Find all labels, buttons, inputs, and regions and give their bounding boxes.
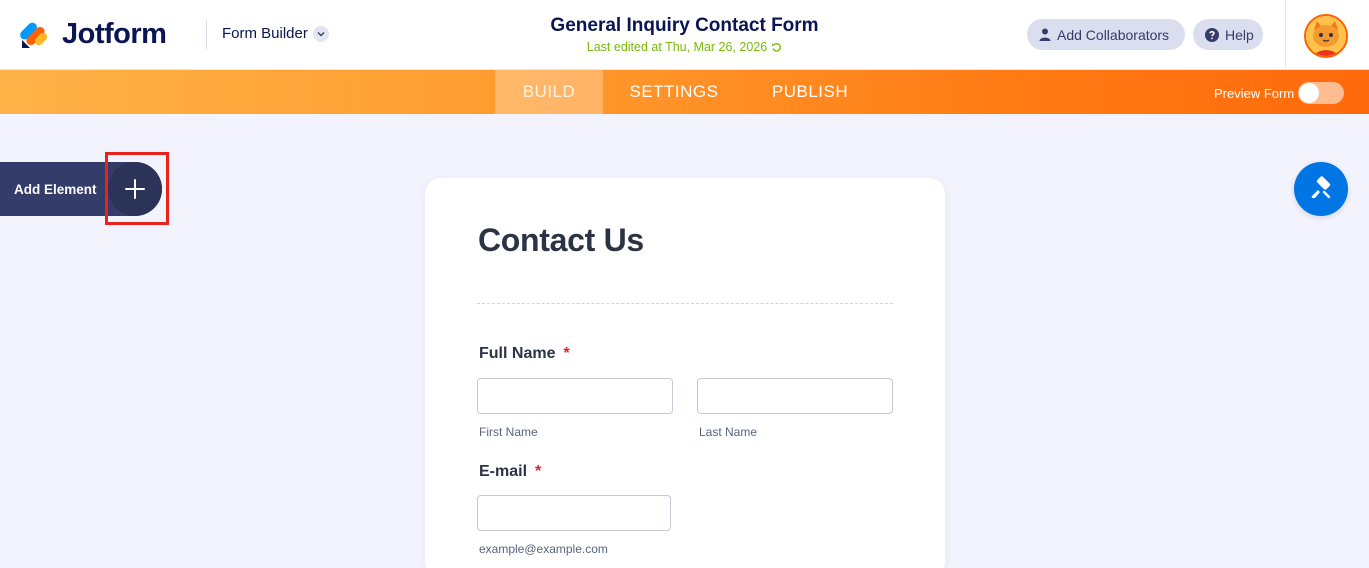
last-edited-text: Last edited at Thu, Mar 26, 2026	[586, 40, 768, 54]
last-edited-status[interactable]: Last edited at Thu, Mar 26, 2026	[587, 40, 782, 54]
add-collaborators-label: Add Collaborators	[1057, 26, 1170, 43]
avatar[interactable]	[1304, 14, 1348, 58]
tab-settings[interactable]: SETTINGS	[603, 70, 745, 114]
add-element-label: Add Element	[14, 181, 97, 197]
required-marker: *	[563, 345, 570, 362]
first-name-input[interactable]	[477, 378, 673, 414]
email-input[interactable]	[477, 495, 671, 531]
email-label-text: E-mail	[479, 463, 528, 480]
heading-divider	[477, 303, 893, 304]
email-sublabel: example@example.com	[479, 542, 608, 556]
add-element-plus[interactable]	[108, 162, 162, 216]
form-heading[interactable]: Contact Us	[478, 222, 644, 259]
required-marker: *	[535, 463, 542, 480]
refresh-icon	[772, 42, 782, 52]
form-card: Contact Us Full Name * First Name Last Na…	[425, 178, 945, 568]
tab-build[interactable]: BUILD	[495, 70, 603, 114]
add-collaborators-button[interactable]: Add Collaborators	[1027, 19, 1185, 50]
user-avatar-icon	[1306, 16, 1346, 56]
help-button[interactable]: Help	[1193, 19, 1263, 50]
user-icon	[1039, 28, 1051, 41]
header-divider-right	[1285, 0, 1286, 70]
first-name-sublabel: First Name	[479, 425, 538, 439]
builder-nav-bar: BUILD SETTINGS PUBLISH Preview Form	[0, 70, 1369, 114]
top-header: Jotform Form Builder General Inquiry Con…	[0, 0, 1369, 70]
plus-icon	[125, 179, 145, 199]
tab-publish[interactable]: PUBLISH	[745, 70, 875, 114]
email-label[interactable]: E-mail *	[479, 463, 541, 481]
last-name-input[interactable]	[697, 378, 893, 414]
form-designer-button[interactable]	[1294, 162, 1348, 216]
paint-roller-icon	[1311, 176, 1331, 199]
help-label: Help	[1225, 26, 1254, 43]
preview-form-toggle[interactable]	[1298, 82, 1345, 104]
full-name-label-text: Full Name	[479, 345, 556, 362]
preview-form-label: Preview Form	[1214, 85, 1295, 101]
preview-form-control: Preview Form	[1214, 82, 1345, 104]
add-element-button[interactable]: Add Element	[0, 162, 162, 216]
full-name-label[interactable]: Full Name *	[479, 345, 570, 363]
last-name-sublabel: Last Name	[699, 425, 758, 439]
help-circle-icon	[1205, 27, 1219, 42]
toggle-knob	[1299, 83, 1320, 103]
